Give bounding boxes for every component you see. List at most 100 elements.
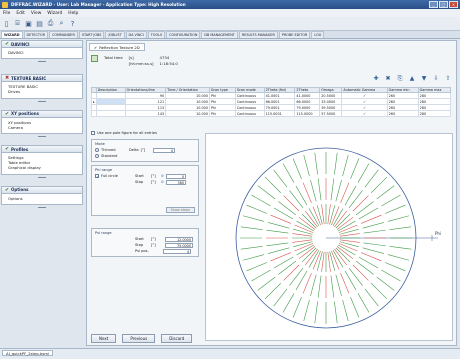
tab-wizard[interactable]: WIZARD [1,31,23,38]
psi-start-unit: [°] [151,237,156,241]
measurement-ray [289,190,304,209]
table-cell[interactable]: 143 [124,110,167,117]
tab-configuration[interactable]: CONFIGURATION [166,31,201,38]
psi-pos-label: Psi pos. [135,249,149,253]
sidebar-section-davinci[interactable]: ✔ DAVINCI [1,40,83,48]
sidebar-section-profiles[interactable]: ✔ Profiles [1,145,83,154]
full-circle-label: Full circle [101,174,118,178]
menu-wizard[interactable]: Wizard [47,11,62,16]
pole-figure-view[interactable]: Phi [205,133,453,341]
copy-row-icon[interactable]: ⎘ [396,75,404,83]
measurement-ray [348,190,363,209]
open-icon[interactable]: ⌸ [13,19,22,28]
next-button[interactable]: Next [91,334,117,343]
measurement-ray [246,204,267,214]
save-icon[interactable]: ▣ [24,19,33,28]
table-cell[interactable]: 280 [417,110,452,117]
tab-joblist[interactable]: JOBLIST [105,31,125,38]
menu-view[interactable]: View [31,11,41,16]
measurement-ray [267,222,290,229]
open-file-tab[interactable]: AI_quickPF_2step.bsml [2,350,54,356]
sidebar-section-xy-positions[interactable]: ✔ XY positions [1,109,83,118]
standard-label: Standard [101,154,118,158]
menu-file[interactable]: File [3,11,10,16]
tab-db-management[interactable]: DB MANAGEMENT [201,31,238,38]
thinned-label: Thinned [101,148,116,152]
measurement-ray [342,299,349,322]
print-preview-icon[interactable]: ⌕ [57,19,66,28]
close-button[interactable]: × [449,1,458,8]
delta-field[interactable]: 0 [153,147,176,153]
sidebar-item-drives[interactable]: Drives [8,89,82,94]
measurement-ray [240,226,263,230]
use-one-pole-checkbox[interactable] [91,131,95,135]
psi-start-field[interactable]: 12.0000 [165,236,193,242]
tab-results-manager[interactable]: RESULTS MANAGER [238,31,278,38]
discard-button[interactable]: Discard [161,334,193,343]
table-cell[interactable]: 115.0000 [294,110,321,117]
sidebar-item-davinci[interactable]: DAVINCI [8,50,82,55]
table-cell[interactable]: Phi [208,110,236,117]
phi-start-field[interactable]: 0 [166,173,187,179]
sidebar-item-options[interactable]: Options [8,196,82,201]
total-time-label: Total time [104,55,123,60]
menu-edit[interactable]: Edit [16,11,25,16]
table-cell[interactable]: 57.5000 [319,110,343,117]
phi-start-unit: [°] [151,174,156,178]
delete-row-icon[interactable]: ✖ [384,75,392,83]
wizard-sidebar: ✔ DAVINCI DAVINCI ✖ TEXTURE BASIC TEXTURE … [1,40,83,350]
phi-stop-field[interactable]: 360 [166,179,187,185]
full-circle-checkbox[interactable] [95,174,99,178]
import-icon[interactable]: ⇩ [432,75,440,83]
measurement-ray [327,204,331,225]
measurement-ray [385,262,406,272]
show-steps-button[interactable]: Show steps [165,207,195,213]
new-icon[interactable]: ▯ [2,19,11,28]
measurement-ray [321,204,325,225]
table-row[interactable]: 143 10.000 Phi Continuous 115.0001 115.0… [91,110,452,117]
psi-stop-field[interactable]: 75.0000 [165,242,193,248]
thinned-radio[interactable] [95,148,99,152]
maximize-button[interactable]: □ [439,1,448,8]
standard-radio[interactable] [95,154,99,158]
psi-pos-field[interactable]: 4 [163,248,191,254]
sidebar-item-graphical-display[interactable]: Graphical display [8,165,82,170]
tab-commander[interactable]: COMMANDER [48,31,78,38]
tab-start-jobs[interactable]: START JOBS [78,31,105,38]
table-cell[interactable]: 115.0001 [263,110,296,117]
print-icon[interactable]: ⎙ [46,19,55,28]
sidebar-section-texture-basic[interactable]: ✖ TEXTURE BASIC [1,74,83,83]
help-icon[interactable]: ? [68,19,77,28]
table-cell[interactable]: 10.000 [165,110,210,117]
clock-icon [91,55,98,62]
tab-detector[interactable]: DETECTOR [23,31,48,38]
export-icon[interactable]: ⇧ [444,75,452,83]
move-down-icon[interactable]: ▼ [420,75,428,83]
tab-da-vinci[interactable]: DA VINCI [125,31,147,38]
move-up-icon[interactable]: ▲ [408,75,416,83]
save-all-icon[interactable]: ▤ [35,19,44,28]
measurement-ray [387,215,410,222]
panel-tab-reflection-texture[interactable]: ✔ Reflection Texture 2D [89,43,145,51]
table-cell[interactable] [95,110,126,117]
table-cell[interactable]: 260 [386,110,419,117]
measurement-ray [335,179,342,202]
minimize-button[interactable]: _ [429,1,438,8]
tab-log[interactable]: LOG [311,31,325,38]
tab-tools[interactable]: TOOLS [147,31,166,38]
add-row-icon[interactable]: ✚ [372,75,380,83]
measurement-ray [371,283,388,300]
menu-bar: File Edit View Wizard Help [0,9,460,17]
menu-help[interactable]: Help [68,11,78,16]
tab-probe-editor[interactable]: PROBE EDITOR [278,31,311,38]
sidebar-section-options[interactable]: ✔ Options [1,185,83,194]
table-cell[interactable]: Continuous [234,110,265,117]
sidebar-item-camera[interactable]: Camera [8,125,82,130]
measurement-ray [389,246,412,250]
measurement-ray [293,228,313,235]
measurement-ray [385,204,406,214]
previous-button[interactable]: Previous [122,334,156,343]
measurement-ray [389,226,412,230]
table-cell[interactable]: ✓ [341,110,388,117]
total-time-hms: 1:18:54.0 [159,60,178,66]
